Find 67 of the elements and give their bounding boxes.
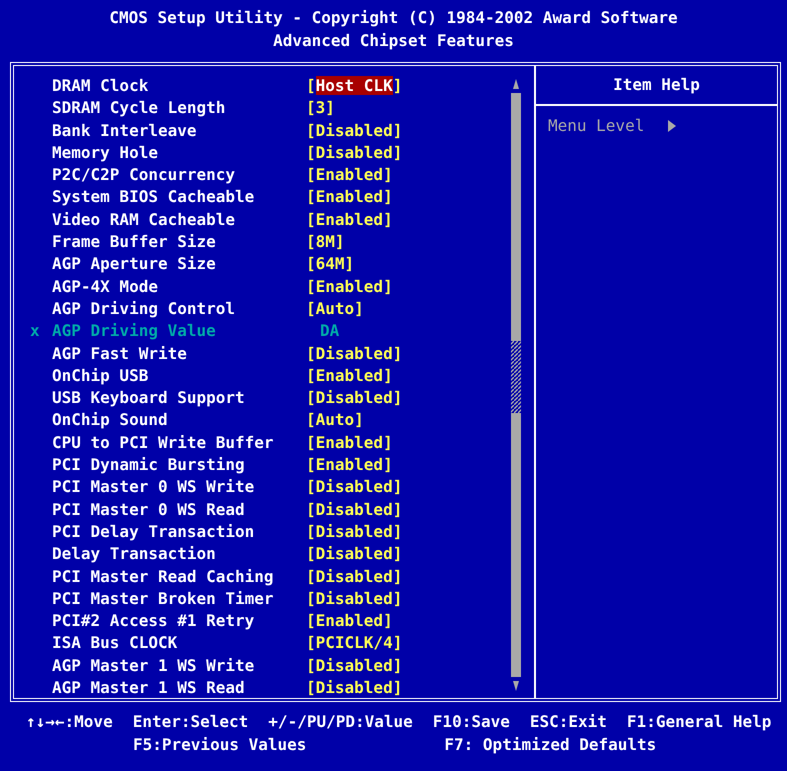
setting-value[interactable]: [Disabled] bbox=[306, 500, 402, 519]
setting-label[interactable]: Delay Transaction bbox=[52, 543, 306, 566]
setting-value[interactable]: [Disabled] bbox=[306, 566, 402, 586]
triangle-icon bbox=[668, 120, 676, 132]
setting-value[interactable]: [Enabled] bbox=[306, 432, 393, 452]
setting-label[interactable]: PCI Delay Transaction bbox=[52, 520, 306, 544]
setting-value[interactable]: [Enabled] bbox=[306, 210, 393, 229]
setting-label[interactable]: P2C/C2P Concurrency bbox=[52, 164, 306, 186]
setting-value[interactable]: [Disabled] bbox=[306, 588, 402, 608]
setting-label[interactable]: PCI Master Read Caching bbox=[52, 566, 306, 588]
key-hint: F10:Save bbox=[432, 711, 510, 733]
setting-label[interactable]: Video RAM Cacheable bbox=[52, 208, 306, 232]
page-title: Advanced Chipset Features bbox=[273, 30, 514, 52]
setting-label[interactable]: PCI Dynamic Bursting bbox=[52, 454, 306, 476]
setting-label[interactable]: Memory Hole bbox=[52, 142, 306, 164]
setting-value[interactable]: [Disabled] bbox=[306, 120, 402, 140]
setting-value[interactable]: [8M] bbox=[306, 232, 345, 252]
setting-value[interactable]: [Disabled] bbox=[306, 522, 402, 541]
setting-label[interactable]: DRAM Clock bbox=[52, 75, 306, 98]
setting-value[interactable]: [PCICLK/4] bbox=[306, 633, 402, 652]
setting-label[interactable]: SDRAM Cycle Length bbox=[52, 97, 306, 120]
setting-value[interactable]: [Enabled] bbox=[306, 165, 393, 184]
help-title: Item Help bbox=[536, 66, 777, 106]
key-hint: F5:Previous Values bbox=[133, 734, 306, 756]
setting-value[interactable]: [Disabled] bbox=[306, 678, 402, 698]
setting-label[interactable]: AGP Aperture Size bbox=[52, 253, 306, 276]
setting-label[interactable]: AGP Master 1 WS Write bbox=[52, 654, 306, 678]
setting-label[interactable]: PCI Master 0 WS Write bbox=[52, 476, 306, 499]
setting-value[interactable]: [Enabled] bbox=[306, 611, 393, 630]
setting-value[interactable]: [Disabled] bbox=[306, 477, 402, 496]
setting-value[interactable]: [Disabled] bbox=[306, 142, 402, 162]
key-hint: +/-/PU/PD:Value bbox=[268, 711, 413, 733]
key-hint: Enter:Select bbox=[132, 711, 248, 733]
window-title: CMOS Setup Utility - Copyright (C) 1984-2002 Award Software bbox=[109, 7, 678, 29]
setting-value[interactable]: [Auto] bbox=[306, 410, 364, 430]
setting-label[interactable]: System BIOS Cacheable bbox=[52, 186, 306, 209]
setting-value[interactable]: [Auto] bbox=[306, 298, 364, 318]
setting-value[interactable]: [Enabled] bbox=[306, 187, 393, 206]
setting-value[interactable]: [3] bbox=[306, 98, 335, 118]
setting-value[interactable]: [64M] bbox=[306, 254, 354, 274]
setting-label[interactable]: ISA Bus CLOCK bbox=[52, 632, 306, 655]
setting-label[interactable]: USB Keyboard Support bbox=[52, 387, 306, 410]
disabled-marker: x bbox=[30, 321, 40, 340]
setting-label[interactable]: AGP Driving Control bbox=[52, 298, 306, 320]
menu-level-label: Menu Level bbox=[548, 116, 644, 135]
setting-label[interactable]: OnChip USB bbox=[52, 364, 306, 388]
setting-value[interactable]: [Disabled] bbox=[306, 656, 402, 675]
setting-label[interactable]: AGP Fast Write bbox=[52, 342, 306, 365]
setting-label[interactable]: AGP Master 1 WS Read bbox=[52, 677, 306, 700]
setting-label[interactable]: OnChip Sound bbox=[52, 409, 306, 432]
setting-value[interactable]: [Enabled] bbox=[306, 455, 393, 474]
setting-label[interactable]: Frame Buffer Size bbox=[52, 231, 306, 254]
setting-label[interactable]: AGP-4X Mode bbox=[52, 276, 306, 298]
setting-value[interactable]: [Enabled] bbox=[306, 366, 393, 385]
key-hint: F1:General Help bbox=[626, 711, 772, 733]
setting-value[interactable]: [Disabled] bbox=[306, 344, 402, 363]
setting-value[interactable]: [Disabled] bbox=[306, 388, 402, 408]
key-hint: ESC:Exit bbox=[530, 711, 607, 733]
setting-label[interactable]: PCI Master 0 WS Read bbox=[52, 498, 306, 521]
setting-value[interactable]: [Enabled] bbox=[306, 276, 393, 296]
setting-label[interactable]: Bank Interleave bbox=[52, 120, 306, 142]
setting-label[interactable]: PCI Master Broken Timer bbox=[52, 588, 306, 610]
key-hint: ↑↓→←:Move bbox=[26, 711, 113, 733]
key-hint: F7: Optimized Defaults bbox=[444, 734, 656, 756]
setting-value[interactable]: [Disabled] bbox=[306, 544, 402, 564]
setting-label[interactable]: PCI#2 Access #1 Retry bbox=[52, 610, 306, 632]
setting-label[interactable]: CPU to PCI Write Buffer bbox=[52, 432, 306, 454]
